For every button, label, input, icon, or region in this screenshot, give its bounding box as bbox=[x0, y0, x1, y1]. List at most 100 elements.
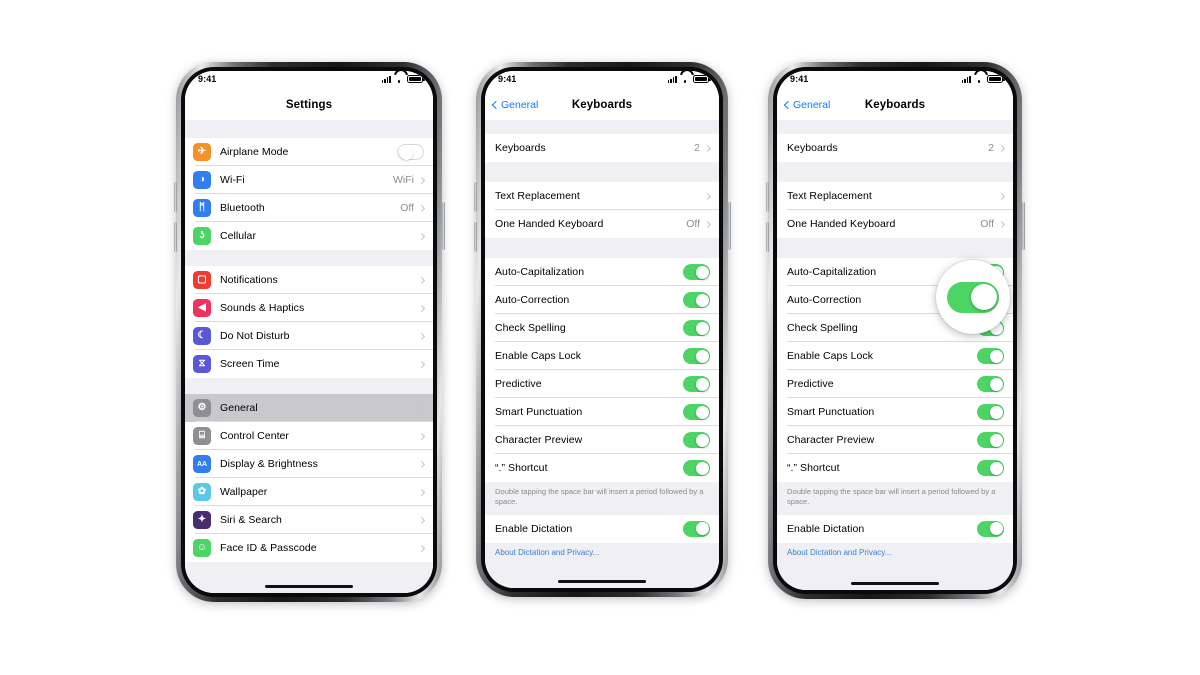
smart-punctuation-toggle[interactable] bbox=[977, 404, 1004, 420]
enable-caps-lock-toggle[interactable] bbox=[977, 348, 1004, 364]
enable-dictation-toggle[interactable] bbox=[977, 520, 1004, 537]
check-spelling-toggle[interactable] bbox=[683, 320, 710, 336]
list-item-label: Auto-Correction bbox=[495, 294, 570, 306]
toggle-knob bbox=[695, 461, 709, 475]
back-button-general[interactable]: General bbox=[783, 99, 830, 111]
list-item-smart-punctuation[interactable]: Smart Punctuation bbox=[777, 398, 1013, 426]
list-item-auto-correction[interactable]: Auto-Correction bbox=[485, 286, 719, 314]
list-item-general[interactable]: ⚙ General bbox=[185, 394, 433, 422]
list-item-enable-dictation[interactable]: Enable Dictation bbox=[485, 514, 719, 543]
list-item-one-handed-keyboard[interactable]: One Handed Keyboard Off bbox=[485, 210, 719, 238]
power-button[interactable] bbox=[727, 202, 731, 250]
list-item-check-spelling[interactable]: Check Spelling bbox=[485, 314, 719, 342]
battery-full-icon bbox=[407, 75, 425, 83]
list-item-display-brightness[interactable]: AA Display & Brightness bbox=[185, 450, 433, 478]
power-button[interactable] bbox=[441, 202, 445, 250]
phone-2-keyboards: 9:41 General Keyboards Keyboards 2 Text … bbox=[473, 62, 731, 597]
keyboards-list[interactable]: Keyboards 2 Text Replacement One Handed Ke… bbox=[777, 120, 1013, 590]
list-item-airplane-mode[interactable]: ✈ Airplane Mode bbox=[185, 138, 433, 166]
list-item-sounds-haptics[interactable]: ◀ Sounds & Haptics bbox=[185, 294, 433, 322]
list-item-wallpaper[interactable]: ✿ Wallpaper bbox=[185, 478, 433, 506]
list-item-enable-caps-lock[interactable]: Enable Caps Lock bbox=[485, 342, 719, 370]
shortcut-toggle[interactable] bbox=[683, 460, 710, 476]
predictive-toggle[interactable] bbox=[977, 376, 1004, 392]
list-item-screen-time[interactable]: ⧖ Screen Time bbox=[185, 350, 433, 378]
chevron-right-icon bbox=[997, 144, 1006, 152]
list-item-label: “.” Shortcut bbox=[495, 462, 548, 474]
chevron-right-icon bbox=[703, 192, 712, 200]
list-item-label: One Handed Keyboard bbox=[787, 218, 896, 230]
home-indicator[interactable] bbox=[851, 581, 939, 585]
list-item-keyboards[interactable]: Keyboards 2 bbox=[777, 134, 1013, 162]
list-item-do-not-disturb[interactable]: ☾ Do Not Disturb bbox=[185, 322, 433, 350]
list-item-predictive[interactable]: Predictive bbox=[777, 370, 1013, 398]
enable-dictation-toggle[interactable] bbox=[683, 520, 710, 537]
list-item-label: Enable Dictation bbox=[787, 522, 865, 535]
list-item-character-preview[interactable]: Character Preview bbox=[777, 426, 1013, 454]
auto-correction-toggle[interactable] bbox=[683, 292, 710, 308]
list-item-text-replacement[interactable]: Text Replacement bbox=[777, 182, 1013, 210]
keyboards-list[interactable]: Keyboards 2 Text Replacement One Handed Ke… bbox=[485, 120, 719, 588]
character-preview-toggle[interactable] bbox=[977, 432, 1004, 448]
list-item-value: Off bbox=[400, 202, 414, 214]
sounds-haptics-icon: ◀ bbox=[193, 299, 211, 317]
shortcut-toggle[interactable] bbox=[977, 460, 1004, 476]
list-item-label: Cellular bbox=[220, 230, 256, 242]
toggle-knob bbox=[989, 349, 1003, 363]
group-text-options: Text Replacement One Handed Keyboard Off bbox=[485, 182, 719, 238]
back-button-general[interactable]: General bbox=[491, 99, 538, 111]
smart-punctuation-toggle[interactable] bbox=[683, 404, 710, 420]
list-item-cellular[interactable]: ʖ Cellular bbox=[185, 222, 433, 250]
list-item-one-handed-keyboard[interactable]: One Handed Keyboard Off bbox=[777, 210, 1013, 238]
list-item-predictive[interactable]: Predictive bbox=[485, 370, 719, 398]
list-item-shortcut[interactable]: “.” Shortcut bbox=[777, 454, 1013, 482]
list-item-bluetooth[interactable]: ᛗ Bluetooth Off bbox=[185, 194, 433, 222]
list-item-text-replacement[interactable]: Text Replacement bbox=[485, 182, 719, 210]
chevron-right-icon bbox=[997, 192, 1006, 200]
airplane-mode-toggle[interactable] bbox=[397, 144, 424, 160]
cellular-signal-icon bbox=[667, 75, 677, 83]
power-button[interactable] bbox=[1021, 202, 1025, 250]
auto-correction-toggle-magnified[interactable] bbox=[947, 281, 999, 313]
list-item-value: WiFi bbox=[393, 174, 414, 186]
toggle-knob bbox=[989, 522, 1003, 535]
volume-up-button[interactable] bbox=[473, 182, 477, 212]
cellular-signal-icon bbox=[381, 75, 391, 83]
predictive-toggle[interactable] bbox=[683, 376, 710, 392]
list-item-smart-punctuation[interactable]: Smart Punctuation bbox=[485, 398, 719, 426]
list-item-label: Keyboards bbox=[495, 142, 546, 154]
volume-down-button[interactable] bbox=[765, 222, 769, 252]
home-indicator[interactable] bbox=[265, 584, 353, 588]
list-item-face-id-passcode[interactable]: ☺ Face ID & Passcode bbox=[185, 534, 433, 562]
list-item-siri-search[interactable]: ✦ Siri & Search bbox=[185, 506, 433, 534]
auto-capitalization-toggle[interactable] bbox=[683, 264, 710, 280]
toggle-knob bbox=[989, 433, 1003, 447]
screen-time-icon: ⧖ bbox=[193, 355, 211, 373]
list-item-auto-capitalization[interactable]: Auto-Capitalization bbox=[485, 258, 719, 286]
list-item-control-center[interactable]: ⌸ Control Center bbox=[185, 422, 433, 450]
about-dictation-link[interactable]: About Dictation and Privacy... bbox=[485, 542, 719, 562]
chevron-left-icon bbox=[491, 100, 501, 110]
volume-up-button[interactable] bbox=[173, 182, 177, 212]
wifi-icon: ◑ bbox=[193, 171, 211, 189]
enable-caps-lock-toggle[interactable] bbox=[683, 348, 710, 364]
volume-up-button[interactable] bbox=[765, 182, 769, 212]
list-item-keyboards[interactable]: Keyboards 2 bbox=[485, 134, 719, 162]
toggle-knob bbox=[989, 405, 1003, 419]
settings-list[interactable]: ✈ Airplane Mode ◑ Wi-Fi WiFi ᛗ Bluetooth Off ʖ Ce… bbox=[185, 120, 433, 593]
list-item-notifications[interactable]: ▢ Notifications bbox=[185, 266, 433, 294]
wifi-icon bbox=[394, 75, 404, 83]
volume-down-button[interactable] bbox=[473, 222, 477, 252]
character-preview-toggle[interactable] bbox=[683, 432, 710, 448]
list-item-wi-fi[interactable]: ◑ Wi-Fi WiFi bbox=[185, 166, 433, 194]
list-item-shortcut[interactable]: “.” Shortcut bbox=[485, 454, 719, 482]
list-item-label: Smart Punctuation bbox=[787, 406, 875, 418]
list-item-label: Sounds & Haptics bbox=[220, 302, 305, 314]
toggle-knob bbox=[695, 433, 709, 447]
home-indicator[interactable] bbox=[558, 579, 646, 583]
list-item-enable-caps-lock[interactable]: Enable Caps Lock bbox=[777, 342, 1013, 370]
volume-down-button[interactable] bbox=[173, 222, 177, 252]
list-item-character-preview[interactable]: Character Preview bbox=[485, 426, 719, 454]
list-item-enable-dictation[interactable]: Enable Dictation bbox=[777, 514, 1013, 543]
about-dictation-link[interactable]: About Dictation and Privacy... bbox=[777, 542, 1013, 562]
